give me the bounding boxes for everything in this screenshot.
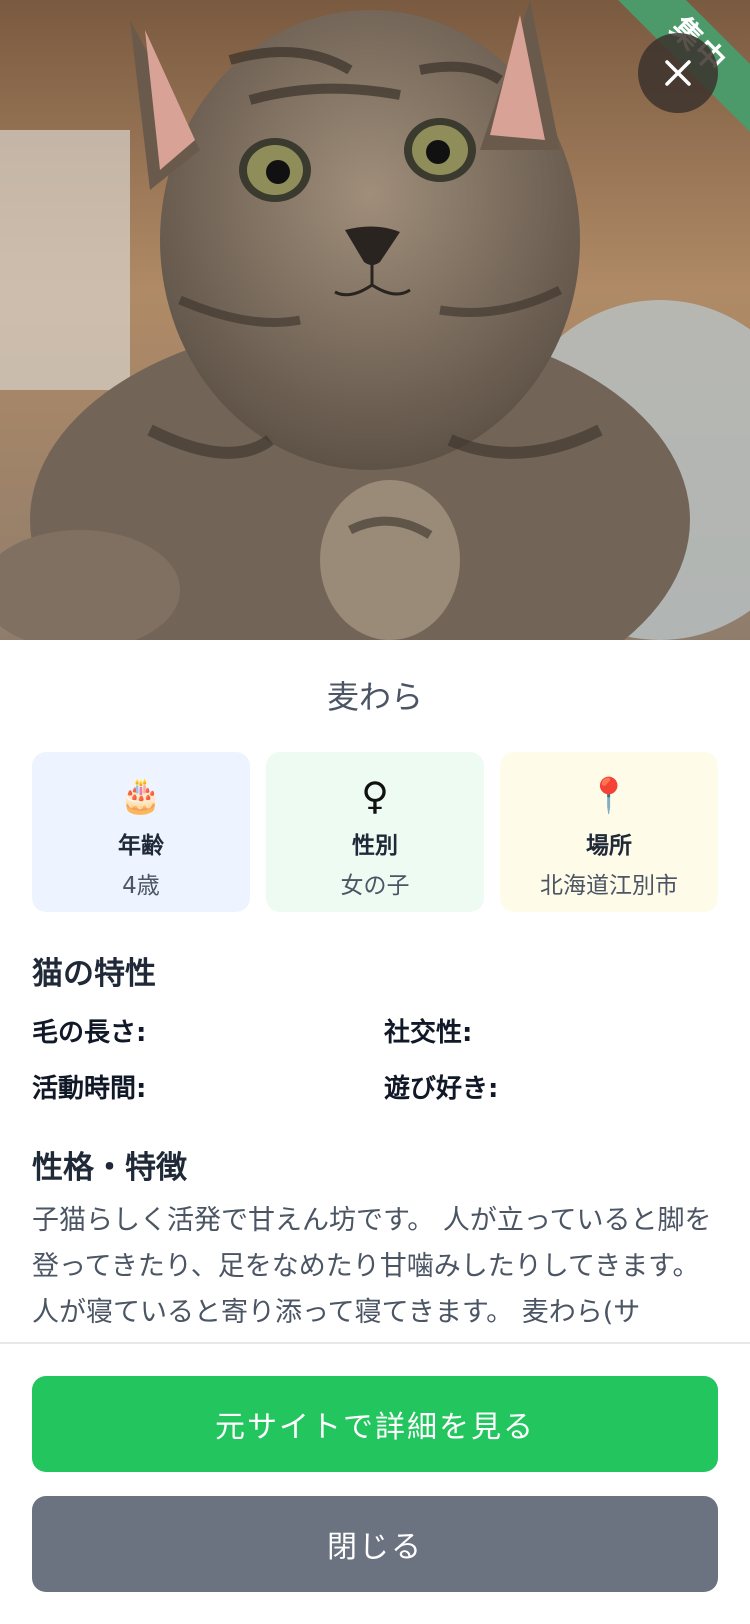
- location-value: 北海道江別市: [540, 873, 678, 899]
- close-button[interactable]: 閉じる: [32, 1496, 718, 1592]
- active-time-label: 活動時間:: [32, 1074, 147, 1104]
- view-details-button[interactable]: 元サイトで詳細を見る: [32, 1376, 718, 1472]
- traits-heading: 猫の特性: [32, 956, 156, 992]
- playfulness-label: 遊び好き:: [384, 1074, 499, 1104]
- gender-card: ♀ 性別 女の子: [266, 752, 484, 912]
- age-label: 年齢: [118, 833, 164, 859]
- location-card: 📍 場所 北海道江別市: [500, 752, 718, 912]
- close-icon: [665, 60, 691, 86]
- cat-name: 麦わら: [326, 678, 423, 716]
- close-icon-button[interactable]: [638, 33, 718, 113]
- divider: [0, 1342, 750, 1344]
- gender-label: 性別: [352, 833, 398, 859]
- sociability-label: 社交性:: [384, 1018, 473, 1048]
- age-value: 4歳: [122, 873, 160, 899]
- info-cards: 🎂 年齢 4歳 ♀ 性別 女の子 📍 場所 北海道江別市: [32, 752, 718, 912]
- personality-heading: 性格・特徴: [32, 1150, 187, 1186]
- cake-icon: 🎂: [119, 776, 163, 816]
- age-card: 🎂 年齢 4歳: [32, 752, 250, 912]
- female-icon: ♀: [361, 774, 389, 818]
- pin-icon: 📍: [587, 776, 631, 816]
- personality-text: 子猫らしく活発で甘えん坊です。 人が立っていると脚を登ってきたり、足をなめたり甘…: [32, 1205, 712, 1328]
- fur-length-label: 毛の長さ:: [32, 1018, 147, 1048]
- hero-image: 集中: [0, 0, 750, 640]
- location-label: 場所: [586, 833, 632, 859]
- gender-value: 女の子: [340, 873, 410, 899]
- tabby-kitten-photo: [0, 0, 750, 640]
